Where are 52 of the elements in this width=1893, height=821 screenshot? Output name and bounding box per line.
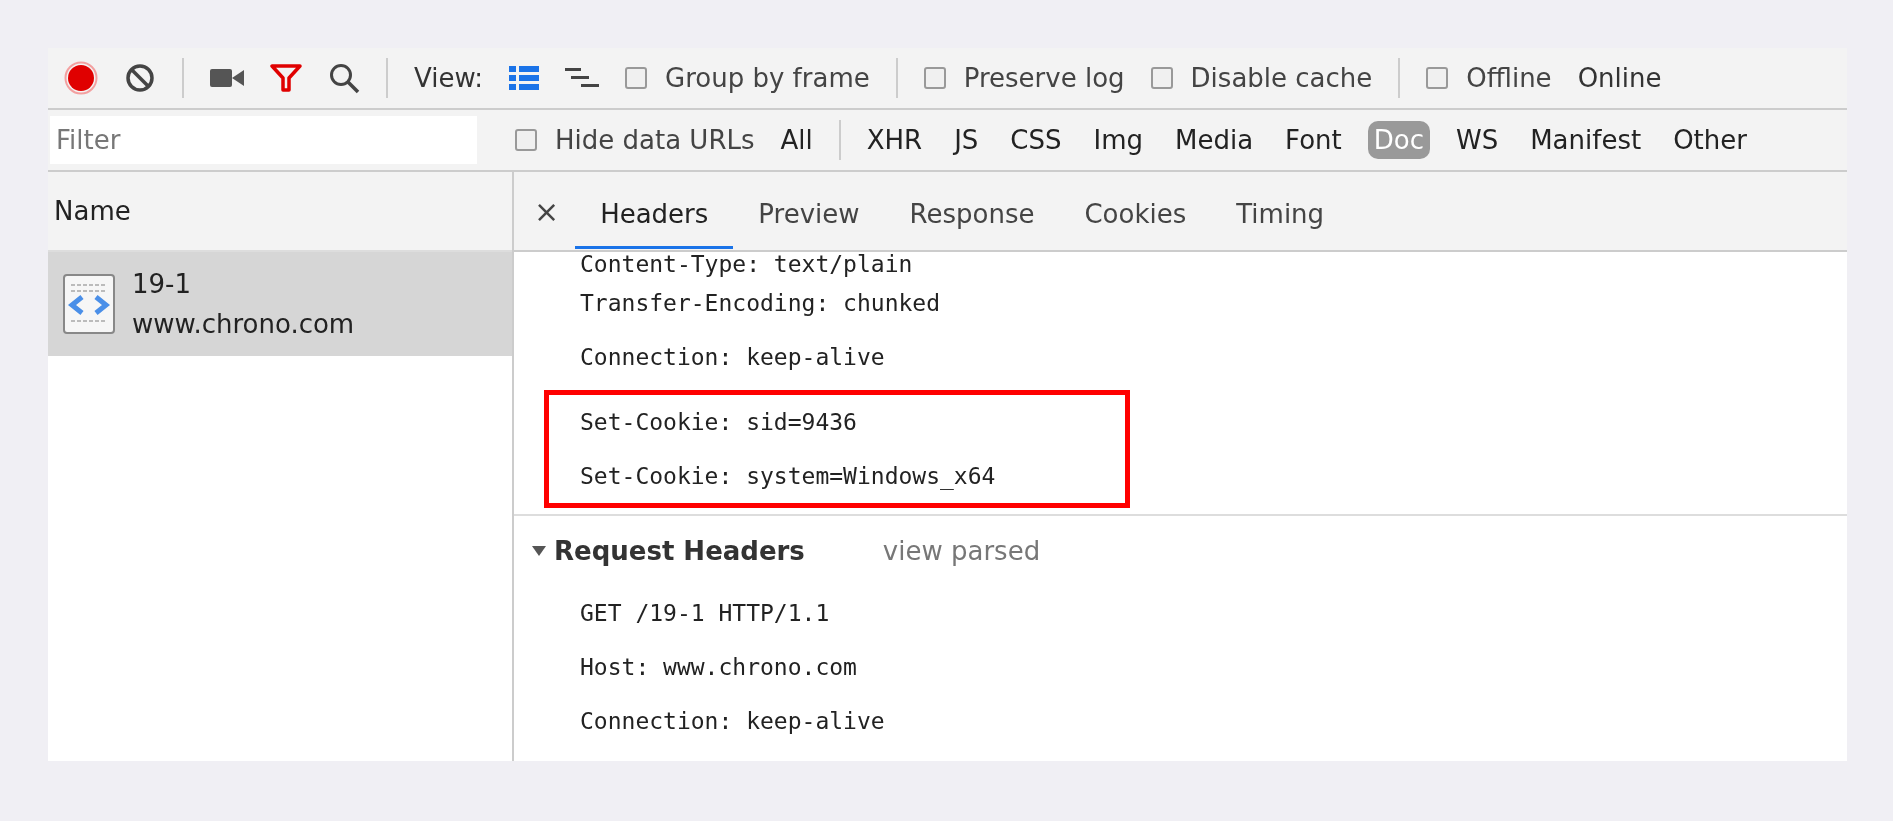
type-filter-button[interactable]: Font (1279, 121, 1348, 159)
filter-field[interactable]: Filter (50, 116, 477, 164)
filter-icon[interactable] (270, 63, 302, 93)
waterfall-view-icon[interactable] (565, 66, 600, 90)
checkbox[interactable] (1426, 67, 1449, 89)
header-line: Connection: keep-alive (579, 707, 886, 736)
header-line: Set-Cookie: system=Windows_x64 (580, 462, 997, 492)
checkbox[interactable] (515, 129, 537, 151)
type-filter-button[interactable]: JS (948, 121, 985, 159)
tab[interactable]: Response (884, 179, 1060, 249)
tab[interactable]: Headers (575, 179, 734, 249)
option-label: Group by frame (665, 63, 870, 93)
option-label: Preserve log (963, 63, 1125, 93)
clear-icon[interactable] (124, 62, 156, 94)
section-title: Request Headers (554, 536, 805, 566)
header-line: Transfer-Encoding: chunked (579, 289, 942, 318)
request-domain: www.chrono.com (132, 309, 355, 339)
view-label: View: (414, 63, 484, 93)
checkbox[interactable] (923, 67, 946, 89)
throttling-dropdown[interactable]: Online (1577, 63, 1662, 93)
header-line: Set-Cookie: sid=9436 (580, 408, 858, 437)
type-filter-button[interactable]: Manifest (1524, 121, 1648, 159)
search-icon[interactable] (328, 62, 360, 94)
type-filter-button[interactable]: Img (1087, 121, 1149, 159)
request-row[interactable]: 19-1 www.chrono.com (48, 252, 512, 356)
type-filter-button[interactable]: Other (1667, 121, 1753, 159)
list-view-icon[interactable] (509, 66, 540, 90)
type-filter-button[interactable]: All (774, 121, 819, 159)
type-filter-button[interactable]: CSS (1004, 121, 1068, 159)
document-code-icon (62, 273, 116, 335)
option-label: Hide data URLs (555, 125, 755, 155)
close-button[interactable]: × (534, 193, 560, 229)
header-line: Connection: keep-alive (579, 343, 886, 372)
type-filter-button[interactable]: XHR (860, 121, 929, 159)
tab[interactable]: Preview (733, 179, 885, 249)
type-filter-button[interactable]: WS (1449, 121, 1505, 159)
tab[interactable]: Timing (1211, 179, 1350, 249)
column-header: Name (48, 172, 512, 252)
type-filter-button[interactable]: Media (1169, 121, 1260, 159)
record-button[interactable] (64, 61, 98, 95)
video-camera-icon[interactable] (210, 67, 244, 89)
view-parsed-link[interactable]: view parsed (882, 536, 1041, 566)
request-name: 19-1 (132, 269, 192, 299)
header-line: GET /19-1 HTTP/1.1 (579, 599, 831, 628)
checkbox[interactable] (625, 67, 648, 89)
checkbox[interactable] (1150, 67, 1173, 89)
tab[interactable]: Cookies (1059, 179, 1212, 249)
option-label: Disable cache (1190, 63, 1373, 93)
triangle-icon[interactable] (532, 545, 546, 557)
option-label: Offline (1466, 63, 1552, 93)
header-line: Host: www.chrono.com (579, 653, 858, 682)
header-line: Content-Type: text/plain (579, 252, 914, 276)
